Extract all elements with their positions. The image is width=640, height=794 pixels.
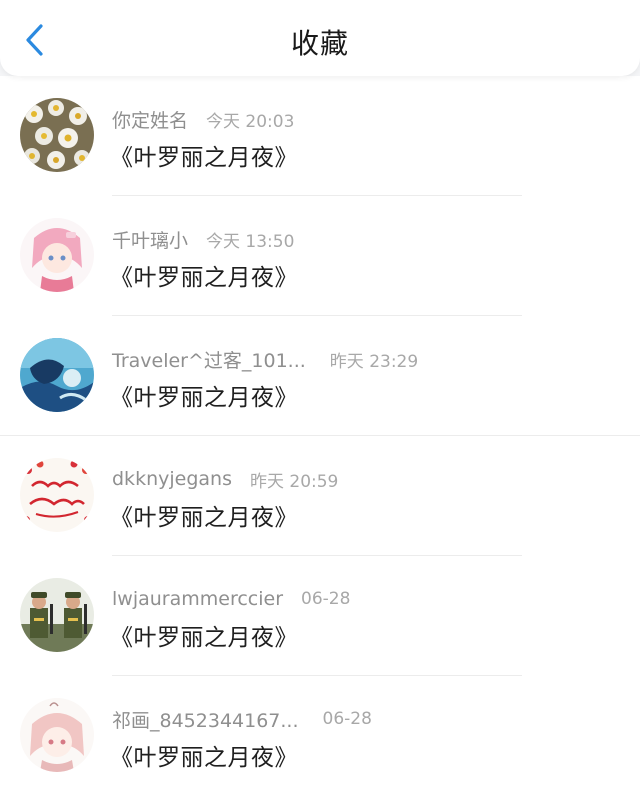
username[interactable]: 你定姓名 [112,106,188,133]
favorite-item[interactable]: 千叶璃小 今天 13:50 《叶罗丽之月夜》 [0,196,640,316]
item-meta: 千叶璃小 今天 13:50 [112,226,294,252]
username[interactable]: 千叶璃小 [112,226,188,253]
book-title[interactable]: 《叶罗丽之月夜》 [110,138,298,172]
page-title: 收藏 [290,27,349,60]
timestamp: 06-28 [301,589,351,609]
birthday-cake-avatar-icon [20,458,94,532]
favorite-item[interactable]: lwjaurammerccier 06-28 《叶罗丽之月夜》 [0,556,640,676]
soldiers-avatar-icon [20,578,94,652]
item-meta: lwjaurammerccier 06-28 [112,586,350,612]
item-meta: Traveler^过客_101... 昨天 23:29 [112,346,418,372]
username[interactable]: dkknyjegans [112,468,232,490]
anime-sketch-avatar-icon [20,698,94,772]
favorite-item[interactable]: 你定姓名 今天 20:03 《叶罗丽之月夜》 [0,76,640,196]
avatar[interactable] [20,338,94,412]
avatar[interactable] [20,98,94,172]
daisy-avatar-icon [20,98,94,172]
book-title[interactable]: 《叶罗丽之月夜》 [110,618,298,652]
book-title[interactable]: 《叶罗丽之月夜》 [110,258,298,292]
book-title[interactable]: 《叶罗丽之月夜》 [110,498,298,532]
top-bar: 收藏 [0,0,640,76]
anime-girl-avatar-icon [20,218,94,292]
timestamp: 昨天 23:29 [329,351,419,372]
avatar[interactable] [20,458,94,532]
favorites-list: 你定姓名 今天 20:03 《叶罗丽之月夜》 千叶璃小 今天 13:50 《叶罗… [0,76,640,794]
avatar[interactable] [20,578,94,652]
item-meta: 你定姓名 今天 20:03 [112,106,294,132]
timestamp: 昨天 20:59 [249,471,339,492]
book-title[interactable]: 《叶罗丽之月夜》 [110,378,298,412]
username[interactable]: Traveler^过客_101... [112,346,306,373]
username[interactable]: lwjaurammerccier [112,588,283,610]
avatar[interactable] [20,218,94,292]
item-meta: dkknyjegans 昨天 20:59 [112,466,338,492]
book-title[interactable]: 《叶罗丽之月夜》 [110,738,298,772]
timestamp: 今天 13:50 [206,231,295,252]
anime-blue-avatar-icon [20,338,94,412]
timestamp: 06-28 [322,709,372,729]
item-meta: 祁画_8452344167... 06-28 [112,706,372,732]
username[interactable]: 祁画_8452344167... [112,706,299,733]
favorite-item[interactable]: dkknyjegans 昨天 20:59 《叶罗丽之月夜》 [0,436,640,556]
favorite-item[interactable]: Traveler^过客_101... 昨天 23:29 《叶罗丽之月夜》 [0,316,640,436]
timestamp: 今天 20:03 [206,111,295,132]
avatar[interactable] [20,698,94,772]
favorites-page: 收藏 你定姓名 今天 20:03 《叶罗丽之月夜》 千叶璃小 今天 13:50 … [0,0,640,794]
favorite-item[interactable]: 祁画_8452344167... 06-28 《叶罗丽之月夜》 [0,676,640,794]
